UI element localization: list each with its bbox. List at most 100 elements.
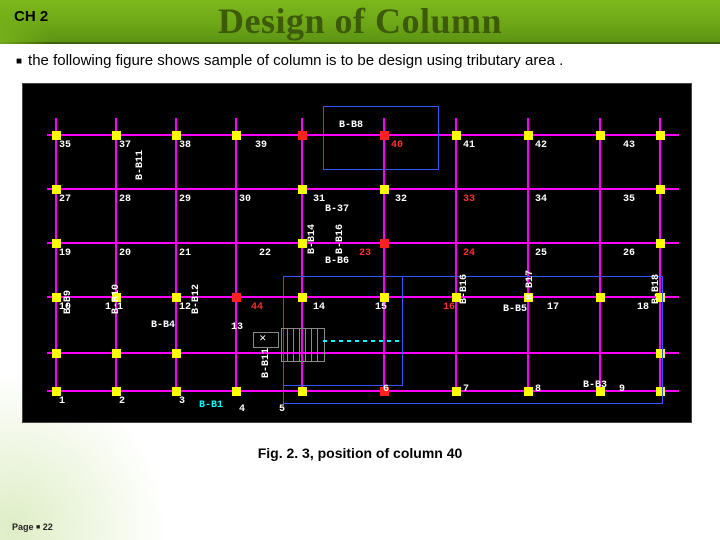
baseline-dash bbox=[323, 340, 403, 342]
plan-label: 20 bbox=[119, 248, 131, 259]
beam-label: B-B4 bbox=[151, 320, 175, 331]
beam-label: B-B16 bbox=[335, 224, 346, 254]
plan-label: 31 bbox=[313, 194, 325, 205]
beam-label: B-B1 bbox=[199, 400, 223, 411]
grid-vline bbox=[175, 118, 177, 388]
beam-label: B-B10 bbox=[111, 284, 122, 314]
plan-label: 44 bbox=[251, 302, 263, 313]
plan-label: 35 bbox=[59, 140, 71, 151]
column-marker bbox=[172, 293, 181, 302]
column-marker bbox=[232, 387, 241, 396]
plan-label: 25 bbox=[535, 248, 547, 259]
column-marker bbox=[172, 387, 181, 396]
plan-label: 24 bbox=[463, 248, 475, 259]
column-plan-figure: 35373839B-B84041424327282930313233343519… bbox=[22, 83, 692, 423]
column-marker bbox=[656, 185, 665, 194]
plan-label: 13 bbox=[231, 322, 243, 333]
plan-label: 16 bbox=[443, 302, 455, 313]
column-marker bbox=[298, 131, 307, 140]
column-marker bbox=[596, 131, 605, 140]
beam-label: B-37 bbox=[325, 204, 349, 215]
plan-label: B-B8 bbox=[339, 120, 363, 131]
beam-label: B-B3 bbox=[583, 380, 607, 391]
beam-label: B-B14 bbox=[307, 224, 318, 254]
plan-label: 6 bbox=[383, 384, 389, 395]
plan-label: 41 bbox=[463, 140, 475, 151]
column-marker bbox=[298, 185, 307, 194]
plan-label: 27 bbox=[59, 194, 71, 205]
beam-label: B-B5 bbox=[503, 304, 527, 315]
plan-label: 9 bbox=[619, 384, 625, 395]
stair-detail: ✕ bbox=[281, 328, 325, 362]
plan-label: 30 bbox=[239, 194, 251, 205]
column-marker bbox=[452, 131, 461, 140]
beam-label: B-B18 bbox=[651, 274, 662, 304]
plan-label: 3 bbox=[179, 396, 185, 407]
plan-label: 26 bbox=[623, 248, 635, 259]
beam-label: B-B11 bbox=[135, 150, 146, 180]
plan-label: 32 bbox=[395, 194, 407, 205]
beam-label: B-B11 bbox=[261, 348, 272, 378]
plan-label: 40 bbox=[391, 140, 403, 151]
plan-label: 19 bbox=[59, 248, 71, 259]
page-footer: Page ■ 22 bbox=[12, 522, 53, 532]
plan-label: 4 bbox=[239, 404, 245, 415]
plan-label: 29 bbox=[179, 194, 191, 205]
column-marker bbox=[112, 349, 121, 358]
plan-label: 35 bbox=[623, 194, 635, 205]
plan-label: 22 bbox=[259, 248, 271, 259]
column-marker bbox=[52, 349, 61, 358]
column-marker bbox=[52, 387, 61, 396]
plan-label: 43 bbox=[623, 140, 635, 151]
plan-label: 5 bbox=[279, 404, 285, 415]
column-marker bbox=[52, 131, 61, 140]
plan-label: 28 bbox=[119, 194, 131, 205]
beam-label: B-B12 bbox=[191, 284, 202, 314]
bullet-text: the following figure shows sample of col… bbox=[28, 52, 563, 71]
column-marker bbox=[52, 293, 61, 302]
plan-label: 38 bbox=[179, 140, 191, 151]
plan-label: 17 bbox=[547, 302, 559, 313]
column-marker bbox=[112, 387, 121, 396]
plan-label: 1 bbox=[59, 396, 65, 407]
column-marker bbox=[52, 185, 61, 194]
column-marker bbox=[380, 185, 389, 194]
plan-label: 15 bbox=[375, 302, 387, 313]
plan-label: 37 bbox=[119, 140, 131, 151]
plan-label: 42 bbox=[535, 140, 547, 151]
plan-label: 14 bbox=[313, 302, 325, 313]
grid-vline bbox=[235, 118, 237, 388]
bullet-item: the following figure shows sample of col… bbox=[0, 44, 720, 75]
chapter-label: CH 2 bbox=[14, 8, 48, 25]
slide-header: CH 2 Design of Column bbox=[0, 0, 720, 44]
plan-label: 34 bbox=[535, 194, 547, 205]
column-marker bbox=[524, 131, 533, 140]
tributary-area-box bbox=[323, 106, 439, 170]
grid-vline bbox=[115, 118, 117, 388]
column-marker bbox=[656, 239, 665, 248]
figure-caption: Fig. 2. 3, position of column 40 bbox=[0, 445, 720, 461]
plan-label: 8 bbox=[535, 384, 541, 395]
column-marker bbox=[112, 131, 121, 140]
plan-label: 23 bbox=[359, 248, 371, 259]
plan-label: 33 bbox=[463, 194, 475, 205]
column-marker bbox=[380, 239, 389, 248]
grid-hline bbox=[47, 188, 679, 190]
plan-label: 39 bbox=[255, 140, 267, 151]
plan-label: 18 bbox=[637, 302, 649, 313]
footer-separator-icon: ■ bbox=[36, 524, 40, 531]
grid-vline bbox=[55, 118, 57, 388]
column-marker bbox=[172, 131, 181, 140]
column-marker bbox=[232, 293, 241, 302]
grid-hline bbox=[47, 242, 679, 244]
column-marker bbox=[172, 349, 181, 358]
footer-page-number: 22 bbox=[43, 522, 53, 532]
beam-label: B B17 bbox=[525, 270, 536, 300]
beam-label: B-B9 bbox=[63, 290, 74, 314]
beam-label: B-B6 bbox=[325, 256, 349, 267]
plan-label: 12 bbox=[179, 302, 191, 313]
column-marker bbox=[52, 239, 61, 248]
column-marker bbox=[656, 131, 665, 140]
column-marker bbox=[232, 131, 241, 140]
column-marker bbox=[298, 239, 307, 248]
